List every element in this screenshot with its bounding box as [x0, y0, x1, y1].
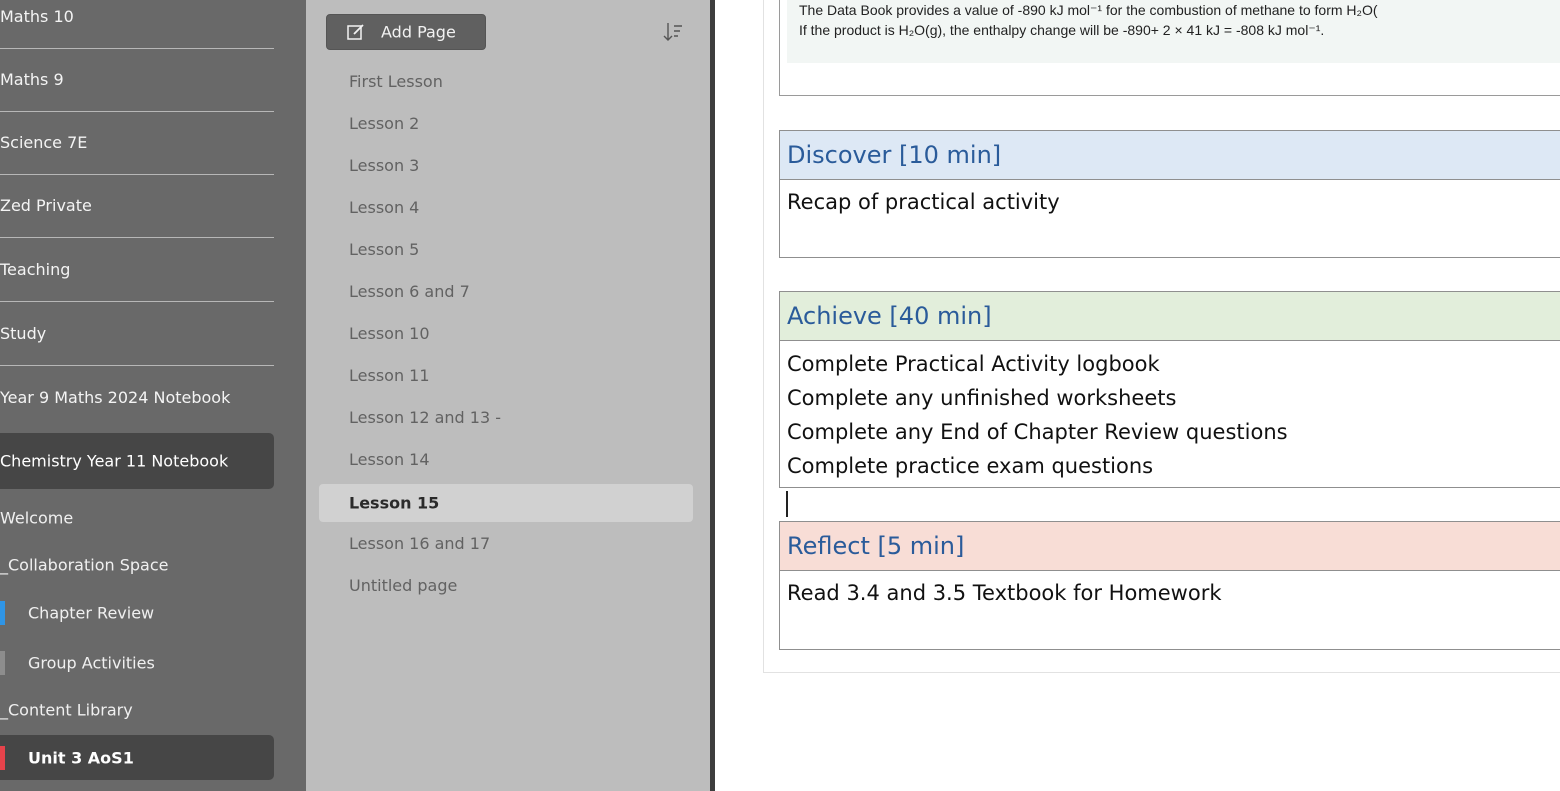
section-label: _Collaboration Space [0, 555, 169, 575]
page-item[interactable]: Lesson 2 [349, 114, 419, 133]
new-page-icon [347, 24, 364, 40]
page-item[interactable]: First Lesson [349, 72, 443, 91]
section-label: Chapter Review [28, 603, 155, 623]
section-color-marker [0, 651, 5, 675]
page-item[interactable]: Lesson 10 [349, 324, 430, 343]
reflect-header: Reflect [5 min] [780, 522, 1560, 571]
section-label: Group Activities [28, 653, 155, 673]
page-item[interactable]: Untitled page [349, 576, 457, 595]
discover-table[interactable]: Discover [10 min] Recap of practical act… [779, 130, 1560, 258]
notebook-item-teaching[interactable]: Teaching [0, 239, 274, 302]
notebook-label: Science 7E [0, 133, 88, 152]
page-item[interactable]: Lesson 6 and 7 [349, 282, 470, 301]
achieve-title: Achieve [40 min] [787, 302, 992, 330]
sort-icon[interactable] [662, 20, 686, 44]
achieve-line: Complete any End of Chapter Review quest… [787, 420, 1288, 444]
section-color-marker [0, 601, 5, 625]
section-label: _Content Library [0, 700, 133, 720]
reflect-title: Reflect [5 min] [787, 532, 965, 560]
page-item[interactable]: Lesson 16 and 17 [349, 534, 490, 553]
section-group-content-library[interactable]: _Content Library [0, 690, 274, 730]
notebook-label: Year 9 Maths 2024 Notebook [0, 387, 231, 407]
excerpt-line: The Data Book provides a value of -890 k… [799, 2, 1378, 18]
reflect-line: Read 3.4 and 3.5 Textbook for Homework [787, 581, 1222, 605]
achieve-table[interactable]: Achieve [40 min] Complete Practical Acti… [779, 291, 1560, 488]
text-cursor [786, 491, 788, 517]
notebook-label: Maths 9 [0, 70, 64, 89]
page-item[interactable]: Lesson 3 [349, 156, 419, 175]
achieve-header: Achieve [40 min] [780, 292, 1560, 341]
page-canvas[interactable]: The Data Book provides a value of -890 k… [715, 0, 1560, 791]
achieve-line: Complete any unfinished worksheets [787, 386, 1177, 410]
section-item-active[interactable]: Unit 3 AoS1 [0, 735, 274, 780]
page-item[interactable]: Lesson 12 and 13 - [349, 408, 501, 427]
excerpt-line: If the product is H₂O(g), the enthalpy c… [799, 22, 1325, 38]
notebook-item-year-9-maths[interactable]: Year 9 Maths 2024 Notebook [0, 366, 274, 429]
section-item-welcome[interactable]: Welcome [0, 498, 274, 538]
add-page-button[interactable]: Add Page [326, 14, 486, 50]
page-item[interactable]: Lesson 5 [349, 240, 419, 259]
page-item[interactable]: Lesson 11 [349, 366, 430, 385]
reflect-table[interactable]: Reflect [5 min] Read 3.4 and 3.5 Textboo… [779, 521, 1560, 650]
notebook-label: Teaching [0, 260, 71, 279]
page-active-label: Lesson 15 [349, 493, 440, 513]
notebook-item-active[interactable]: Chemistry Year 11 Notebook [0, 433, 274, 489]
pages-panel: Add Page First Lesson Lesson 2 Lesson 3 … [306, 0, 710, 791]
pasted-text-excerpt[interactable]: The Data Book provides a value of -890 k… [787, 0, 1560, 63]
page-item[interactable]: Lesson 4 [349, 198, 419, 217]
discover-header: Discover [10 min] [780, 131, 1560, 180]
discover-title: Discover [10 min] [787, 141, 1002, 169]
notebook-item-zed-private[interactable]: Zed Private [0, 175, 274, 238]
notebook-item-science-7e[interactable]: Science 7E [0, 112, 274, 175]
page-item[interactable]: Lesson 14 [349, 450, 430, 469]
discover-line: Recap of practical activity [787, 190, 1060, 214]
section-label: Welcome [0, 508, 74, 528]
notebook-item-maths-10[interactable]: Maths 10 [0, 0, 274, 49]
notebook-item-maths-9[interactable]: Maths 9 [0, 49, 274, 112]
notebook-label: Maths 10 [0, 7, 74, 26]
section-item-chapter-review[interactable]: Chapter Review [0, 593, 274, 633]
section-active-label: Unit 3 AoS1 [28, 748, 134, 767]
notebook-item-study[interactable]: Study [0, 303, 274, 366]
section-group-collaboration[interactable]: _Collaboration Space [0, 545, 274, 585]
achieve-line: Complete practice exam questions [787, 454, 1154, 478]
achieve-line: Complete Practical Activity logbook [787, 352, 1160, 376]
notebooks-sidebar: Maths 10 Maths 9 Science 7E Zed Private … [0, 0, 306, 791]
notebook-label: Study [0, 324, 47, 343]
add-page-label: Add Page [381, 22, 456, 42]
page-item-active[interactable]: Lesson 15 [319, 484, 693, 522]
notebook-active-label: Chemistry Year 11 Notebook [0, 451, 229, 471]
notebook-label: Zed Private [0, 196, 92, 215]
section-color-marker [0, 746, 5, 770]
section-item-group-activities[interactable]: Group Activities [0, 643, 274, 683]
